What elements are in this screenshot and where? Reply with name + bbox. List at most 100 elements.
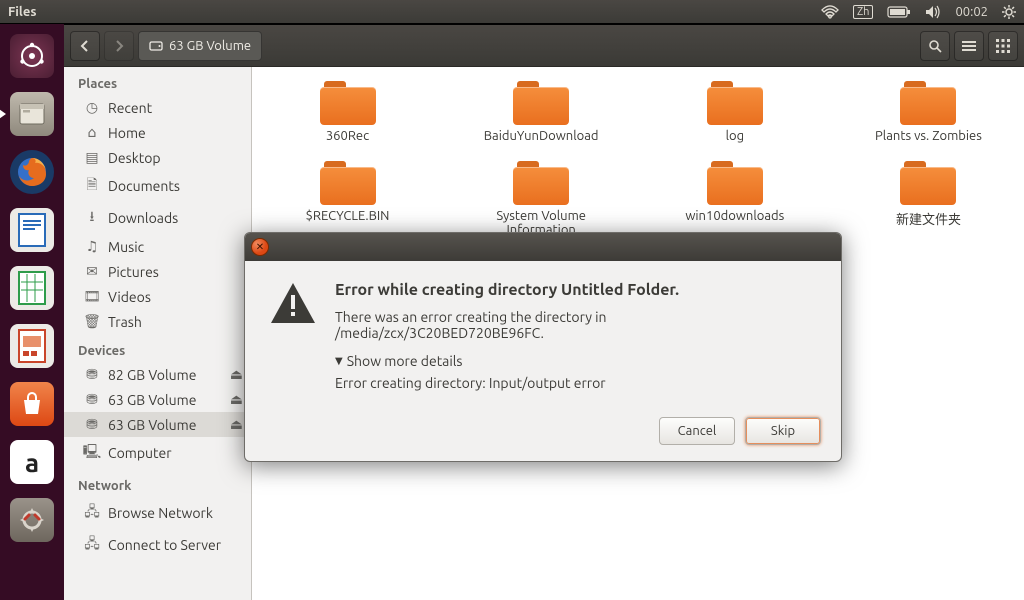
dialog-title: Error while creating directory Untitled …: [335, 281, 817, 299]
network-wifi-icon[interactable]: [821, 5, 839, 19]
nav-forward-button[interactable]: [104, 31, 134, 61]
launcher-amazon[interactable]: a: [6, 436, 58, 488]
folder-item[interactable]: 新建文件夹: [851, 161, 1006, 237]
folder-item[interactable]: win10downloads: [657, 161, 812, 237]
folder-icon: [513, 161, 569, 205]
session-gear-icon[interactable]: [1002, 5, 1016, 19]
document-icon: 🗎: [84, 174, 100, 198]
sidebar-item-desktop[interactable]: ▤Desktop: [64, 145, 251, 170]
folder-label: win10downloads: [685, 209, 784, 223]
sidebar-item-volume-63b[interactable]: ⛃63 GB Volume⏏: [64, 412, 251, 437]
eject-icon[interactable]: ⏏: [230, 416, 243, 433]
skip-button[interactable]: Skip: [745, 417, 821, 445]
sidebar-item-home[interactable]: ⌂Home: [64, 120, 251, 145]
location-breadcrumb[interactable]: 63 GB Volume: [138, 31, 262, 61]
drive-icon: ⛃: [84, 416, 100, 433]
folder-item[interactable]: Plants vs. Zombies: [851, 81, 1006, 143]
launcher-settings[interactable]: [6, 494, 58, 546]
folder-icon: [900, 81, 956, 125]
sound-icon[interactable]: [925, 5, 941, 19]
folder-icon: [900, 161, 956, 205]
error-dialog: ✕ Error while creating directory Untitle…: [244, 232, 842, 462]
network-icon: 🖧: [84, 501, 100, 525]
launcher-firefox[interactable]: [6, 146, 58, 198]
sidebar-item-music[interactable]: ♫Music: [64, 234, 251, 259]
folder-icon: [707, 81, 763, 125]
folder-item[interactable]: BaiduYunDownload: [464, 81, 619, 143]
dialog-close-button[interactable]: ✕: [251, 238, 269, 256]
sidebar-item-trash[interactable]: 🗑Trash: [64, 309, 251, 334]
battery-icon[interactable]: [887, 6, 911, 18]
launcher-calc[interactable]: [6, 262, 58, 314]
dialog-titlebar[interactable]: ✕: [245, 233, 841, 261]
computer-icon: 🖳: [84, 441, 100, 465]
launcher-writer[interactable]: [6, 204, 58, 256]
sidebar-item-documents[interactable]: 🗎Documents: [64, 170, 251, 202]
folder-label: BaiduYunDownload: [484, 129, 599, 143]
view-options-button[interactable]: [954, 31, 984, 61]
drive-icon: ⛃: [84, 366, 100, 383]
folder-label: 新建文件夹: [896, 209, 961, 228]
location-label: 63 GB Volume: [169, 39, 251, 53]
sidebar-item-volume-82[interactable]: ⛃82 GB Volume⏏: [64, 362, 251, 387]
folder-icon: [320, 81, 376, 125]
sidebar-item-volume-63a[interactable]: ⛃63 GB Volume⏏: [64, 387, 251, 412]
warning-icon: [269, 281, 317, 391]
sidebar-item-recent[interactable]: ◷Recent: [64, 95, 251, 120]
chevron-down-icon: ▼: [335, 355, 343, 367]
desktop-icon: ▤: [84, 149, 100, 166]
sidebar-item-videos[interactable]: 🎞Videos: [64, 284, 251, 309]
folder-item[interactable]: $RECYCLE.BIN: [270, 161, 425, 237]
trash-icon: 🗑: [84, 313, 100, 330]
cancel-button[interactable]: Cancel: [659, 417, 735, 445]
folder-icon: [320, 161, 376, 205]
search-button[interactable]: [920, 31, 950, 61]
view-grid-button[interactable]: [988, 31, 1018, 61]
folder-icon: [513, 81, 569, 125]
search-icon: [928, 39, 942, 53]
folder-icon: [707, 161, 763, 205]
sidebar-item-pictures[interactable]: ✉Pictures: [64, 259, 251, 284]
app-menu-title[interactable]: Files: [8, 5, 36, 19]
folder-item[interactable]: 360Rec: [270, 81, 425, 143]
sidebar-heading-places: Places: [64, 67, 251, 95]
dialog-message: There was an error creating the director…: [335, 309, 817, 341]
launcher-software[interactable]: [6, 378, 58, 430]
folder-label: 360Rec: [326, 129, 369, 143]
files-sidebar: Places ◷Recent ⌂Home ▤Desktop 🗎Documents…: [64, 67, 252, 600]
home-icon: ⌂: [84, 124, 100, 141]
sidebar-heading-devices: Devices: [64, 334, 251, 362]
camera-icon: ✉: [84, 263, 100, 280]
dialog-detail: Error creating directory: Input/output e…: [335, 375, 817, 391]
eject-icon[interactable]: ⏏: [230, 366, 243, 383]
folder-item[interactable]: System Volume Information: [464, 161, 619, 237]
drive-icon: ⛃: [84, 391, 100, 408]
video-icon: 🎞: [84, 288, 100, 305]
music-icon: ♫: [84, 238, 100, 255]
global-menubar: Files Zh 00:02: [0, 0, 1024, 24]
sidebar-item-browse-network[interactable]: 🖧Browse Network: [64, 497, 251, 529]
folder-label: $RECYCLE.BIN: [306, 209, 390, 223]
sidebar-item-computer[interactable]: 🖳Computer: [64, 437, 251, 469]
nav-back-button[interactable]: [70, 31, 100, 61]
unity-launcher: a: [0, 24, 64, 600]
input-method-indicator[interactable]: Zh: [853, 5, 874, 19]
sidebar-heading-network: Network: [64, 469, 251, 497]
sidebar-item-downloads[interactable]: ⭳Downloads: [64, 202, 251, 234]
sidebar-item-connect-server[interactable]: 🖧Connect to Server: [64, 529, 251, 561]
eject-icon[interactable]: ⏏: [230, 391, 243, 408]
launcher-dash[interactable]: [6, 30, 58, 82]
launcher-files[interactable]: [6, 88, 58, 140]
grid-icon: [996, 39, 1010, 53]
folder-item[interactable]: log: [657, 81, 812, 143]
drive-icon: [149, 39, 163, 53]
clock-icon: ◷: [84, 99, 100, 116]
folder-label: Plants vs. Zombies: [875, 129, 982, 143]
folder-label: log: [726, 129, 745, 143]
files-toolbar: 63 GB Volume: [64, 25, 1024, 67]
list-icon: [962, 40, 976, 52]
dialog-disclosure[interactable]: ▼ Show more details: [335, 353, 817, 369]
server-icon: 🖧: [84, 533, 100, 557]
clock[interactable]: 00:02: [955, 5, 988, 19]
launcher-impress[interactable]: [6, 320, 58, 372]
